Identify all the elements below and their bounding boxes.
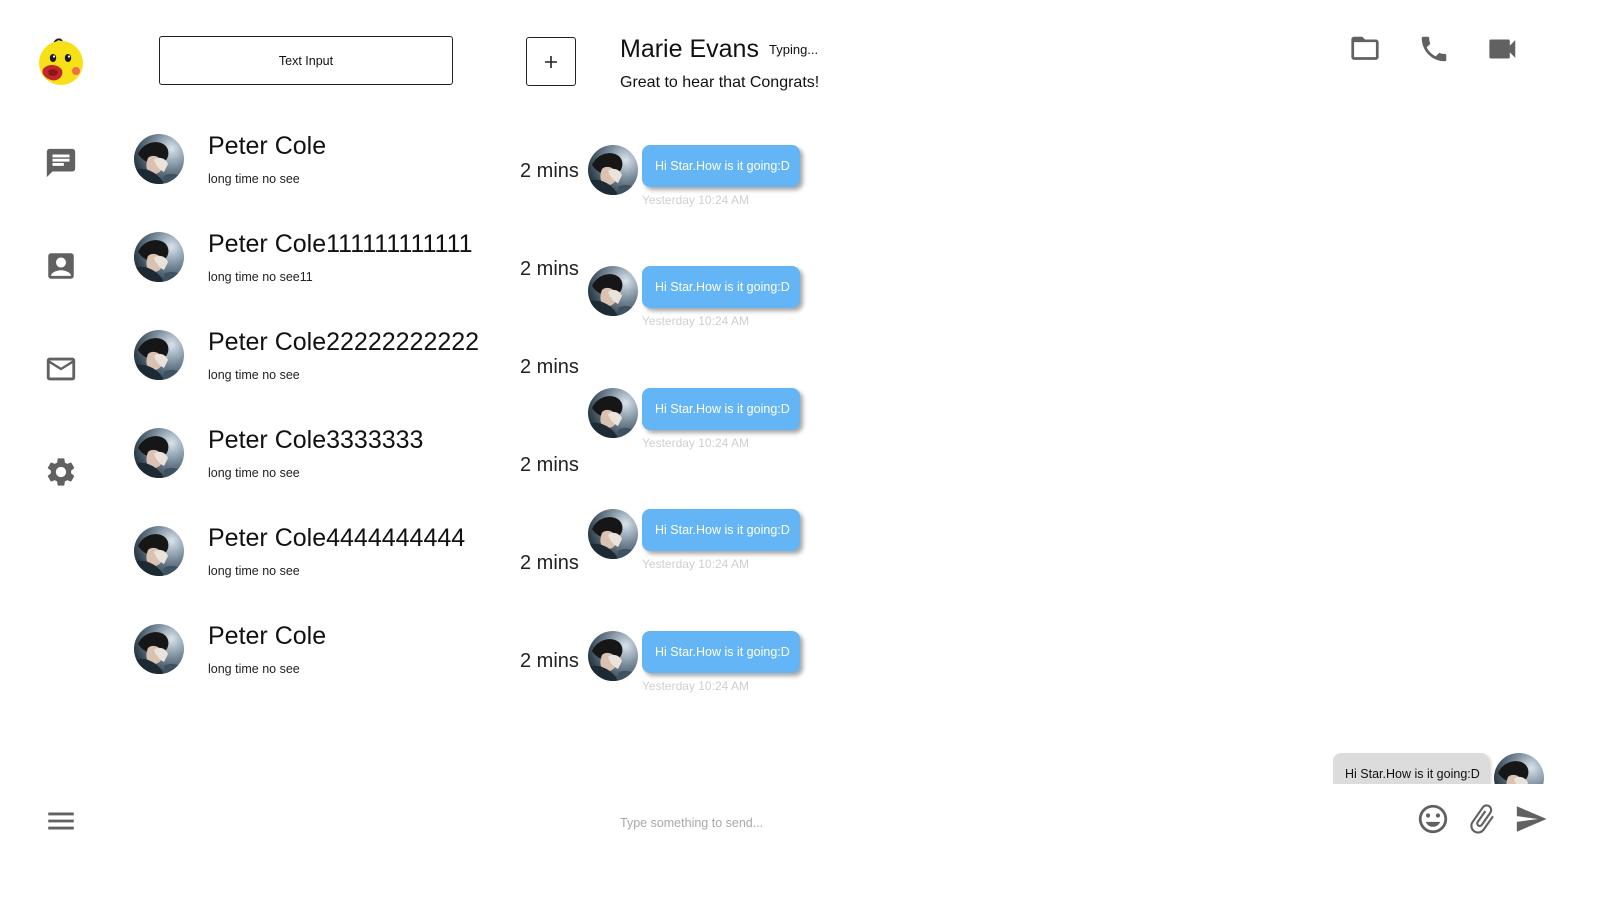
conversation-item[interactable]: Peter Cole long time no see 2 mins <box>120 110 590 208</box>
avatar <box>588 509 638 559</box>
phone-icon[interactable] <box>1417 34 1451 64</box>
message-bubble: Hi Star.How is it going:D <box>642 266 800 308</box>
conversation-name: Peter Cole <box>208 132 327 160</box>
conversation-item[interactable]: Peter Cole111111111111 long time no see1… <box>120 208 590 306</box>
message-bubble: Hi Star.How is it going:D <box>1333 753 1489 784</box>
message-bubble: Hi Star.How is it going:D <box>642 388 800 430</box>
conversation-preview: long time no see <box>208 368 300 382</box>
nav-rail <box>0 0 124 900</box>
conversation-time: 2 mins <box>520 552 579 574</box>
conversation-time: 2 mins <box>520 258 579 280</box>
message-bubble: Hi Star.How is it going:D <box>642 631 800 673</box>
conversation-preview: long time no see <box>208 172 300 186</box>
message-timestamp: Yesterday 10:24 AM <box>642 314 749 328</box>
message-timestamp: Yesterday 10:24 AM <box>642 436 749 450</box>
conversation-name: Peter Cole111111111111 <box>208 230 473 258</box>
message-timestamp: Yesterday 10:24 AM <box>642 193 749 207</box>
conversation-time: 2 mins <box>520 356 579 378</box>
conversation-item[interactable]: Peter Cole long time no see 2 mins <box>120 600 590 698</box>
message-bubble: Hi Star.How is it going:D <box>642 509 800 551</box>
conversation-preview: long time no see <box>208 466 300 480</box>
video-camera-icon[interactable] <box>1486 34 1520 64</box>
avatar <box>134 428 184 478</box>
received-message: Hi Star.How is it going:D Yesterday 10:2… <box>588 266 828 342</box>
conversation-preview: long time no see <box>208 564 300 578</box>
chat-bubble-icon[interactable] <box>44 146 78 180</box>
received-message: Hi Star.How is it going:D Yesterday 10:2… <box>588 509 828 585</box>
conversation-time: 2 mins <box>520 160 579 182</box>
conversation-item[interactable]: Peter Cole3333333 long time no see 2 min… <box>120 404 590 502</box>
chat-contact-name: Marie Evans <box>620 35 759 63</box>
search-input[interactable] <box>159 36 453 85</box>
avatar <box>588 145 638 195</box>
hamburger-menu-icon[interactable] <box>44 804 78 838</box>
conversation-time: 2 mins <box>520 454 579 476</box>
avatar <box>588 266 638 316</box>
conversation-name: Peter Cole3333333 <box>208 426 424 454</box>
paperclip-icon[interactable] <box>1465 802 1499 836</box>
send-icon[interactable] <box>1514 802 1548 836</box>
gear-icon[interactable] <box>44 455 78 489</box>
conversation-item[interactable]: Peter Cole22222222222 long time no see 2… <box>120 306 590 404</box>
conversation-name: Peter Cole <box>208 622 327 650</box>
avatar <box>134 134 184 184</box>
received-message: Hi Star.How is it going:D Yesterday 10:2… <box>588 388 828 464</box>
message-bubble: Hi Star.How is it going:D <box>642 145 800 187</box>
conversation-preview: long time no see11 <box>208 270 313 284</box>
typing-indicator: Typing... <box>769 42 819 57</box>
conversation-time: 2 mins <box>520 650 579 672</box>
avatar <box>1494 753 1544 784</box>
contact-card-icon[interactable] <box>44 249 78 283</box>
message-timestamp: Yesterday 10:24 AM <box>642 557 749 571</box>
envelope-icon[interactable] <box>44 352 78 386</box>
avatar <box>588 388 638 438</box>
chat-contact-status: Great to hear that Congrats! <box>620 74 820 91</box>
conversation-name: Peter Cole4444444444 <box>208 524 466 552</box>
message-timestamp: Yesterday 10:24 AM <box>642 679 749 693</box>
folder-icon[interactable] <box>1348 34 1382 64</box>
message-input[interactable] <box>620 810 1380 836</box>
conversation-item[interactable]: Peter Cole4444444444 long time no see 2 … <box>120 502 590 600</box>
avatar <box>134 526 184 576</box>
conversation-preview: long time no see <box>208 662 300 676</box>
avatar <box>134 330 184 380</box>
duck-mascot-logo[interactable] <box>36 36 86 86</box>
received-message: Hi Star.How is it going:D Yesterday 10:2… <box>588 631 828 707</box>
conversation-name: Peter Cole22222222222 <box>208 328 480 356</box>
avatar <box>134 232 184 282</box>
conversation-list: Peter Cole long time no see 2 mins Peter… <box>120 110 590 698</box>
emoji-icon[interactable] <box>1416 802 1450 836</box>
avatar <box>588 631 638 681</box>
plus-icon <box>545 55 557 68</box>
add-conversation-button[interactable] <box>526 37 576 86</box>
received-message: Hi Star.How is it going:D Yesterday 10:2… <box>588 145 828 221</box>
avatar <box>134 624 184 674</box>
sent-message: Hi Star.How is it going:D <box>1330 748 1550 784</box>
